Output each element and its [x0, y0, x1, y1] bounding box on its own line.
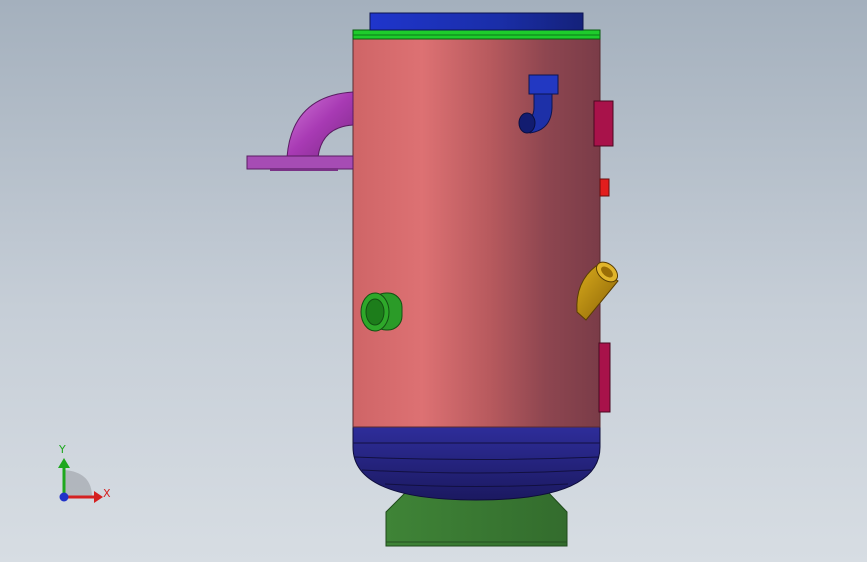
x-axis-label: X	[103, 487, 111, 500]
bottom-head[interactable]	[352, 426, 601, 501]
graphics-viewport[interactable]: Y X	[0, 0, 867, 562]
z-axis-dot	[59, 492, 69, 502]
coordinate-triad	[58, 458, 103, 503]
model-scene[interactable]	[0, 0, 867, 562]
top-cover[interactable]	[369, 12, 584, 31]
elbow-nozzle-left[interactable]	[246, 91, 354, 171]
green-nozzle[interactable]	[360, 292, 403, 332]
side-plate-upper[interactable]	[593, 100, 614, 147]
side-plate-lower[interactable]	[598, 342, 611, 413]
top-flange[interactable]	[352, 29, 601, 40]
red-nozzle-stub[interactable]	[599, 178, 610, 197]
vessel-shell[interactable]	[352, 38, 601, 428]
y-axis-label: Y	[59, 443, 66, 456]
